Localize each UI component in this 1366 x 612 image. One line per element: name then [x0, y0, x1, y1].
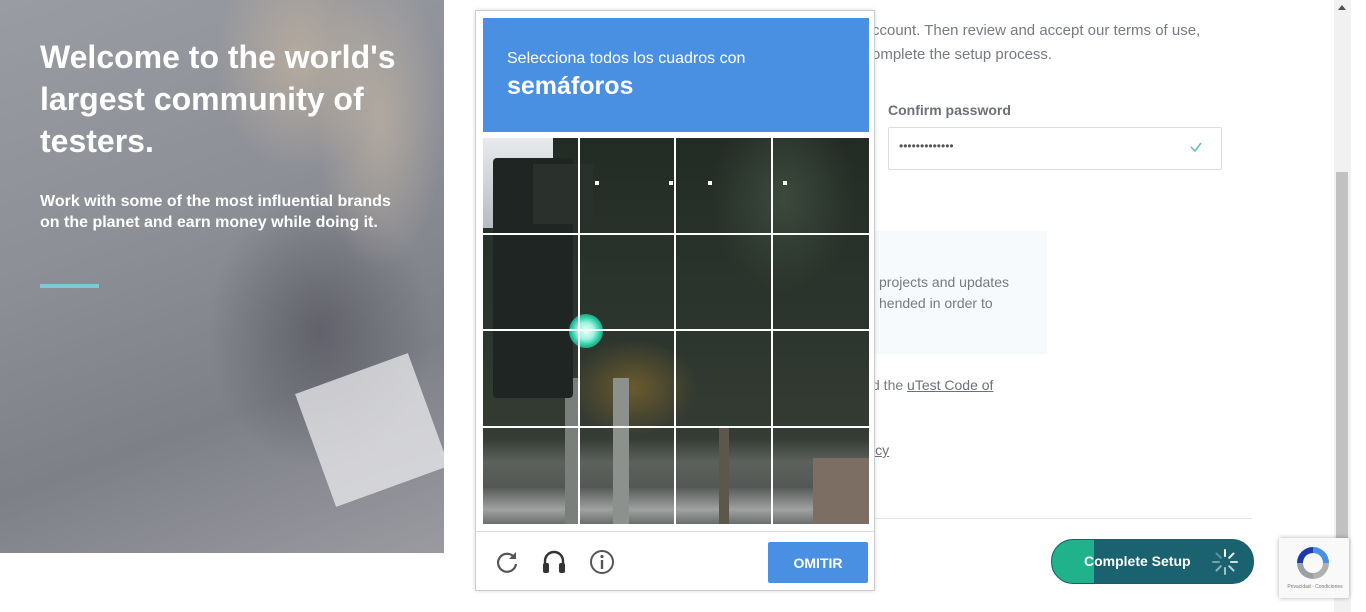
- confirm-password-field[interactable]: •••••••••••••: [888, 127, 1222, 170]
- loading-spinner-icon: [1212, 549, 1238, 575]
- skip-button[interactable]: OMITIR: [768, 542, 868, 583]
- code-prefix: d the: [872, 377, 908, 393]
- intro-text: ccount. Then review and accept our terms…: [872, 22, 1201, 63]
- captcha-image-grid[interactable]: [483, 138, 869, 524]
- captcha-challenge: Selecciona todos los cuadros con semáfor…: [475, 10, 875, 591]
- recaptcha-footer[interactable]: Privacidad - Condiciones: [1283, 584, 1347, 590]
- loading-dot: [783, 181, 787, 185]
- hero-subtitle: Work with some of the most influential b…: [40, 193, 391, 231]
- image-tree-trunk: [719, 428, 729, 524]
- checkmark-icon: [1190, 142, 1202, 153]
- hero-panel: Welcome to the world's largest community…: [0, 0, 444, 553]
- confirm-password-value: •••••••••••••: [899, 139, 954, 153]
- complete-setup-button[interactable]: Complete Setup: [1051, 539, 1254, 584]
- captcha-footer-divider: [476, 531, 874, 532]
- grid-line: [771, 138, 773, 524]
- grid-line: [674, 138, 676, 524]
- captcha-target: semáforos: [507, 72, 634, 100]
- reload-icon[interactable]: [493, 548, 521, 576]
- info-icon[interactable]: [588, 548, 616, 576]
- captcha-header: Selecciona todos los cuadros con semáfor…: [483, 18, 869, 132]
- info-text: projects and updates hended in order to: [879, 274, 1009, 311]
- hero-accent-rule: [40, 284, 99, 288]
- hero-title: Welcome to the world's largest community…: [40, 39, 396, 159]
- grid-line: [483, 426, 869, 428]
- grid-line: [578, 138, 580, 524]
- loading-dot: [595, 181, 599, 185]
- audio-icon[interactable]: [540, 548, 568, 576]
- form-divider: [872, 518, 1252, 519]
- recaptcha-badge[interactable]: Privacidad - Condiciones: [1279, 538, 1349, 598]
- hero-background-paper: [295, 353, 444, 507]
- image-pole-2: [613, 378, 629, 524]
- loading-dot: [708, 181, 712, 185]
- complete-setup-label: Complete Setup: [1084, 553, 1191, 569]
- code-of-conduct-text: d the uTest Code of: [872, 377, 993, 393]
- image-wall: [813, 458, 869, 524]
- loading-dot: [669, 181, 673, 185]
- scroll-up-arrow-icon[interactable]: [1338, 5, 1346, 10]
- grid-line: [483, 329, 869, 331]
- traffic-light-green: [569, 314, 603, 348]
- code-of-conduct-link[interactable]: uTest Code of: [907, 377, 993, 393]
- traffic-light-hood: [533, 164, 593, 224]
- scrollbar-thumb[interactable]: [1336, 172, 1348, 542]
- grid-line: [483, 233, 869, 235]
- image-road: [483, 488, 869, 524]
- confirm-password-label: Confirm password: [888, 102, 1011, 118]
- captcha-instruction: Selecciona todos los cuadros con: [507, 50, 746, 67]
- page-scrollbar[interactable]: [1334, 0, 1351, 612]
- image-pole: [565, 378, 579, 524]
- recaptcha-logo-icon: [1297, 547, 1329, 579]
